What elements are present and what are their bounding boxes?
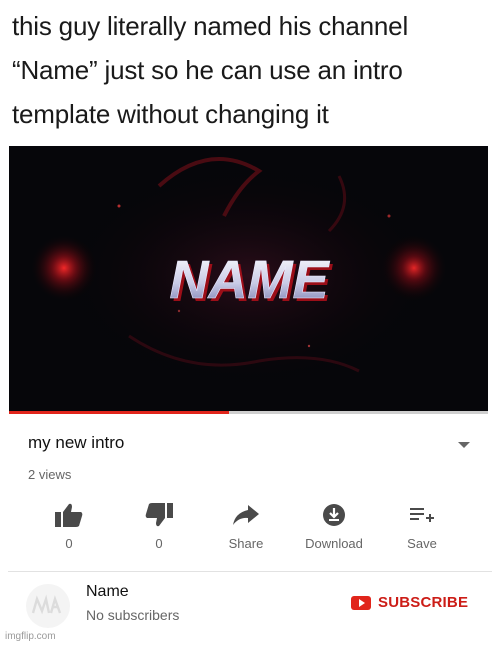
thumbs-up-icon [24,498,114,532]
like-button[interactable]: 0 [24,498,114,551]
download-icon [289,498,379,532]
download-label: Download [305,536,363,551]
subscriber-count: No subscribers [86,607,180,623]
video-player[interactable]: NAME NAME [9,146,488,413]
channel-name[interactable]: Name [86,583,129,601]
like-count: 0 [65,536,73,551]
save-button[interactable]: Save [377,498,467,551]
caption-line-1: this guy literally named his channel [12,11,409,41]
thumbs-down-icon [114,498,204,532]
download-button[interactable]: Download [289,498,379,551]
watermark: imgflip.com [5,631,56,642]
progress-bar[interactable] [9,411,488,414]
share-label: Share [228,536,264,551]
video-title: my new intro [28,433,125,452]
view-count: 2 views [28,467,72,482]
save-label: Save [407,536,437,551]
caption-line-3: template without changing it [12,99,329,129]
divider [8,571,492,572]
video-logo-text: NAME [170,250,331,310]
channel-logo-icon [31,594,62,615]
channel-avatar[interactable] [26,584,70,628]
share-arrow-icon [201,498,291,532]
caption-line-2: “Name” just so he can use an intro [12,55,403,85]
dislike-count: 0 [155,536,163,551]
playlist-add-icon [377,498,467,532]
chevron-down-icon[interactable] [458,442,470,448]
dislike-button[interactable]: 0 [114,498,204,551]
channel-row: Name No subscribers SUBSCRIBE [0,576,500,636]
meme-caption: this guy literally named his channel “Na… [12,4,492,136]
video-frame: NAME NAME [9,146,488,413]
subscribe-button[interactable]: SUBSCRIBE [351,594,468,611]
action-bar: 0 0 Share Download Save [0,498,500,560]
youtube-icon [351,595,371,610]
progress-fill [9,411,230,414]
share-button[interactable]: Share [201,498,291,551]
subscribe-label: SUBSCRIBE [378,594,469,611]
video-title-row[interactable]: my new intro [28,433,480,457]
